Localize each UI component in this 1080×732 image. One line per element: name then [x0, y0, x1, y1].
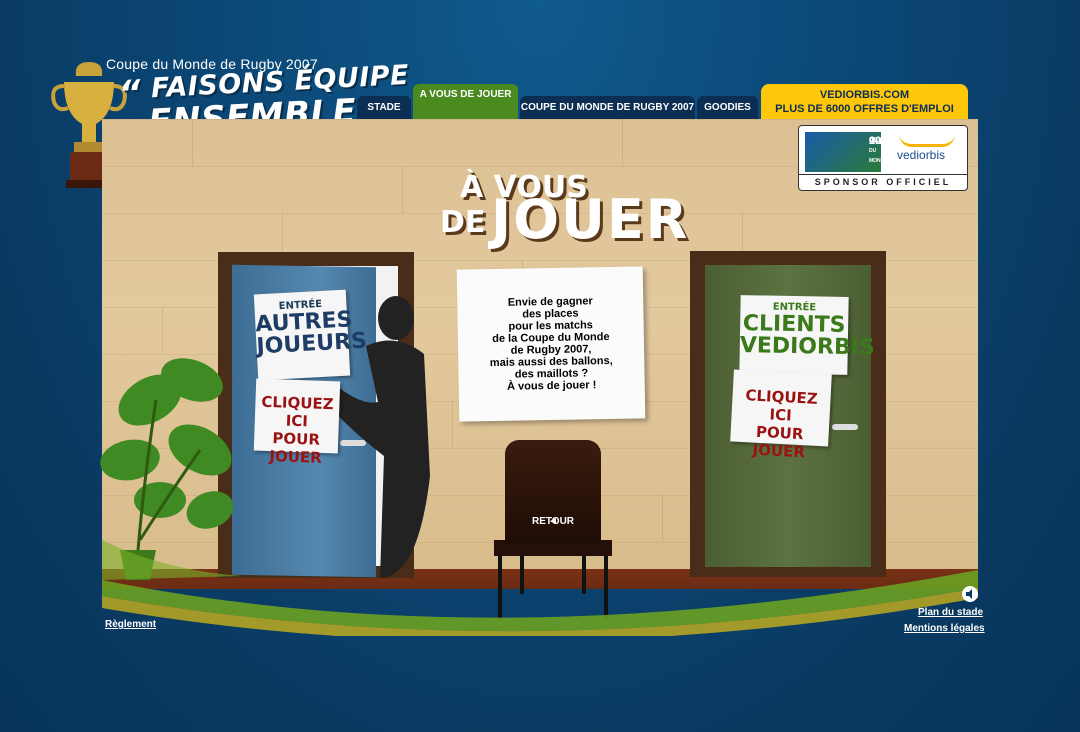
right-door-sign[interactable]: ENTRÉE CLIENTS VEDIORBIS: [739, 295, 875, 375]
right-door-cta[interactable]: CLIQUEZ ICI POUR JOUER: [730, 369, 832, 461]
jobs-prefix: PLUS DE: [775, 102, 823, 115]
tab-stade[interactable]: STADE: [357, 96, 411, 119]
right-door-cta-2: POUR JOUER: [752, 422, 806, 462]
sponsor-badge: IRB RUGBY COUPE DU MONDE 2007 vediorbis SPO…: [798, 125, 968, 191]
mentions-legales-link[interactable]: Mentions légales: [904, 623, 985, 634]
bottom-swoosh: [102, 540, 978, 636]
tab-a-vous-de-jouer[interactable]: A VOUS DE JOUER: [413, 84, 518, 119]
info-card-text: Envie de gagner des places pour les matc…: [489, 295, 613, 393]
tab-vediorbis-jobs[interactable]: VEDIORBIS.COM PLUS DE 6000 OFFRES D'EMPL…: [761, 84, 968, 119]
plan-du-stade-link[interactable]: Plan du stade: [918, 607, 983, 618]
left-door-sign[interactable]: ENTRÉE AUTRES JOUEURS: [253, 289, 368, 381]
info-card: Envie de gagner des places pour les matc…: [456, 266, 646, 422]
open-quote-icon: “: [117, 72, 143, 114]
left-door-cta[interactable]: CLIQUEZ ICI POUR JOUER: [253, 378, 341, 467]
sponsor-label: SPONSOR OFFICIEL: [799, 174, 967, 187]
page-title: À VOUS DE JOUER: [440, 172, 689, 247]
right-door-cta-1: CLIQUEZ ICI: [745, 386, 819, 425]
door-handle-icon: [832, 424, 858, 430]
jobs-count: 6000 OFFRES D'EMPLOI: [825, 102, 954, 115]
left-door-cta-2: POUR JOUER: [269, 429, 323, 467]
tab-coupe-du-monde[interactable]: COUPE DU MONDE DE RUGBY 2007: [520, 96, 695, 119]
year-label: 2007: [869, 135, 894, 147]
left-door-cta-1: CLIQUEZ ICI: [261, 392, 334, 431]
sound-icon[interactable]: [962, 586, 978, 602]
retour-label: RETOUR: [531, 516, 575, 527]
vediorbis-swoosh-icon: [899, 134, 955, 147]
left-door-line-2: JOUEURS: [255, 328, 368, 360]
vediorbis-logo: vediorbis: [897, 148, 946, 162]
retour-button[interactable]: ◄ RETOUR: [505, 440, 601, 544]
right-door-line-2: VEDIORBIS: [739, 333, 875, 361]
tab-goodies[interactable]: GOODIES: [697, 96, 758, 119]
title-line-2a: DE: [440, 205, 486, 240]
title-line-2b: JOUER: [490, 188, 690, 251]
rugby-2007-logo: IRB RUGBY COUPE DU MONDE 2007: [805, 132, 902, 172]
reglement-link[interactable]: Règlement: [105, 619, 156, 630]
vediorbis-url: VEDIORBIS.COM: [819, 88, 910, 101]
